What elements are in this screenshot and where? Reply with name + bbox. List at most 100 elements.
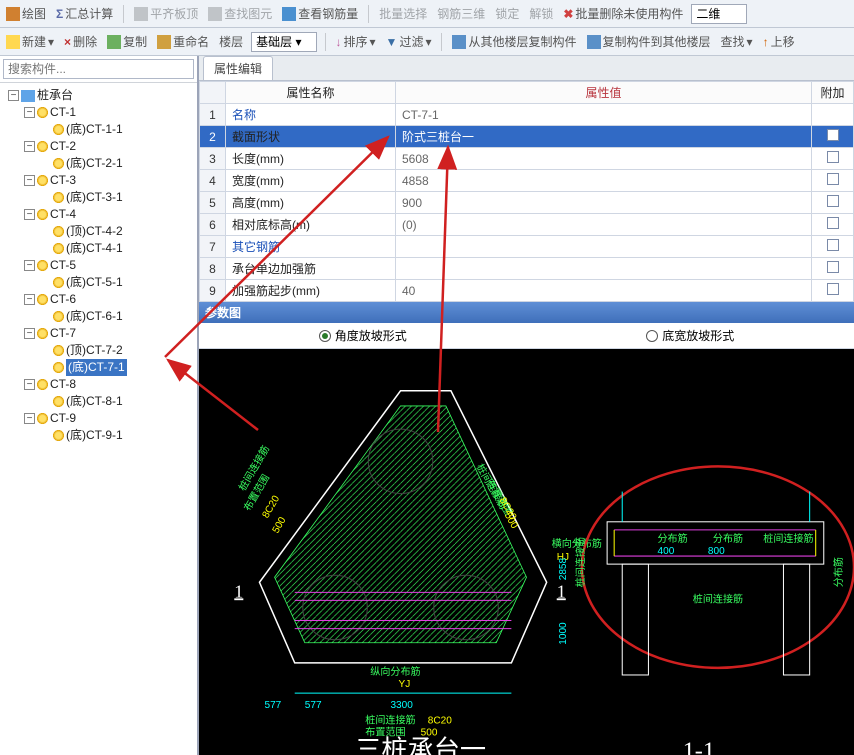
tree-leaf[interactable]: (顶)CT-7-2 xyxy=(40,342,197,359)
tree-node[interactable]: −CT-4 xyxy=(24,206,197,223)
property-row[interactable]: 1名称CT-7-1 xyxy=(200,104,854,126)
tree-node[interactable]: − CT-6 xyxy=(24,291,197,308)
tree-leaf[interactable]: (底)CT-3-1 xyxy=(40,189,197,206)
search-input[interactable] xyxy=(3,59,194,79)
tree-leaf[interactable]: (底)CT-6-1 xyxy=(40,308,197,325)
tree-leaf[interactable]: (底)CT-1-1 xyxy=(40,121,197,138)
rebar3d-button[interactable]: 钢筋三维 xyxy=(435,4,487,23)
new-button[interactable]: 新建▾ xyxy=(4,32,56,51)
tree-node[interactable]: − CT-2 xyxy=(24,138,197,155)
property-row[interactable]: 7其它钢筋 xyxy=(200,236,854,258)
diagram-canvas[interactable]: 1 1 3300 577 577 桩间连接筋 布置范围 8C20 500 桩间连… xyxy=(199,349,854,755)
component-icon xyxy=(37,294,48,305)
collapse-icon[interactable]: − xyxy=(24,379,35,390)
tree-leaf[interactable]: (底)CT-8-1 xyxy=(40,393,197,410)
collapse-icon[interactable]: − xyxy=(24,413,35,424)
copy-to-button[interactable]: 复制构件到其他楼层 xyxy=(585,32,713,51)
prop-value[interactable]: CT-7-1 xyxy=(396,104,812,126)
tree-root[interactable]: −桩承台 xyxy=(8,87,197,104)
mode-angle-option[interactable]: 角度放坡形式 xyxy=(199,327,527,344)
prop-extra[interactable] xyxy=(812,236,854,258)
collapse-icon[interactable]: − xyxy=(24,294,35,305)
property-row[interactable]: 6相对底标高(m)(0) xyxy=(200,214,854,236)
tree-node[interactable]: −CT-9 xyxy=(24,410,197,427)
property-row[interactable]: 3长度(mm)5608 xyxy=(200,148,854,170)
checkbox-icon[interactable] xyxy=(827,283,839,295)
copy-from-button[interactable]: 从其他楼层复制构件 xyxy=(450,32,578,51)
tree-leaf[interactable]: (底)CT-9-1 xyxy=(40,427,197,444)
tree-node-label: CT-6 xyxy=(50,291,76,308)
unlock-button[interactable]: 解锁 xyxy=(527,4,555,23)
level-label: 平齐板顶 xyxy=(150,5,198,22)
component-tree[interactable]: −桩承台−CT-1(底)CT-1-1−CT-2(底)CT-2-1−CT-3(底)… xyxy=(0,83,197,755)
prop-value[interactable] xyxy=(396,236,812,258)
prop-value[interactable] xyxy=(396,258,812,280)
prop-value[interactable]: 900 xyxy=(396,192,812,214)
checkbox-icon[interactable] xyxy=(827,261,839,273)
checkbox-icon[interactable] xyxy=(827,239,839,251)
level-button[interactable]: 平齐板顶 xyxy=(132,4,200,23)
tree-node[interactable]: −CT-7 xyxy=(24,325,197,342)
prop-value[interactable]: 5608 xyxy=(396,148,812,170)
tree-node[interactable]: −CT-5 xyxy=(24,257,197,274)
up-button[interactable]: ↑上移 xyxy=(761,32,797,51)
tree-node[interactable]: −CT-8 xyxy=(24,376,197,393)
prop-value[interactable]: (0) xyxy=(396,214,812,236)
property-row[interactable]: 5高度(mm)900 xyxy=(200,192,854,214)
prop-extra[interactable] xyxy=(812,192,854,214)
tree-leaf[interactable]: (底)CT-4-1 xyxy=(40,240,197,257)
filter-button[interactable]: ▼过滤▾ xyxy=(384,32,434,51)
checkbox-icon[interactable] xyxy=(827,217,839,229)
delete-button[interactable]: ×删除 xyxy=(62,32,99,51)
tree-leaf[interactable]: (底)CT-2-1 xyxy=(40,155,197,172)
tab-property-edit[interactable]: 属性编辑 xyxy=(203,56,273,80)
checkbox-icon[interactable] xyxy=(827,173,839,185)
copy-button[interactable]: 复制 xyxy=(105,32,149,51)
svg-text:1-1: 1-1 xyxy=(683,738,715,755)
layer-combo[interactable]: 基础层 ▾ xyxy=(251,32,316,52)
checkbox-icon[interactable] xyxy=(827,195,839,207)
view-rebar-button[interactable]: 查看钢筋量 xyxy=(280,4,360,23)
search-box xyxy=(0,56,197,83)
property-row[interactable]: 2截面形状阶式三桩台一 xyxy=(200,126,854,148)
prop-extra[interactable] xyxy=(812,148,854,170)
prop-extra[interactable] xyxy=(812,170,854,192)
tree-leaf[interactable]: (底)CT-5-1 xyxy=(40,274,197,291)
prop-extra[interactable] xyxy=(812,126,854,148)
prop-value[interactable]: 阶式三桩台一 xyxy=(396,126,812,148)
prop-extra[interactable] xyxy=(812,280,854,302)
prop-extra[interactable] xyxy=(812,214,854,236)
batch-sel-button[interactable]: 批量选择 xyxy=(377,4,429,23)
tree-node[interactable]: −CT-3 xyxy=(24,172,197,189)
collapse-icon[interactable]: − xyxy=(24,141,35,152)
prop-value[interactable]: 4858 xyxy=(396,170,812,192)
collapse-icon[interactable]: − xyxy=(24,260,35,271)
property-row[interactable]: 8承台单边加强筋 xyxy=(200,258,854,280)
property-row[interactable]: 4宽度(mm)4858 xyxy=(200,170,854,192)
collapse-icon[interactable]: − xyxy=(24,107,35,118)
sort-button[interactable]: ↓排序▾ xyxy=(334,32,378,51)
collapse-icon[interactable]: − xyxy=(24,175,35,186)
viewmode-combo[interactable]: 二维 xyxy=(691,4,747,24)
prop-extra[interactable] xyxy=(812,258,854,280)
find-elem-button[interactable]: 查找图元 xyxy=(206,4,274,23)
tree-leaf[interactable]: (顶)CT-4-2 xyxy=(40,223,197,240)
rename-button[interactable]: 重命名 xyxy=(155,32,211,51)
tree-leaf[interactable]: (底)CT-7-1 xyxy=(40,359,197,376)
property-row[interactable]: 9加强筋起步(mm)40 xyxy=(200,280,854,302)
collapse-icon[interactable]: − xyxy=(24,328,35,339)
mode-width-option[interactable]: 底宽放坡形式 xyxy=(527,327,854,344)
find-button[interactable]: 查找▾ xyxy=(719,32,755,51)
batch-del-button[interactable]: ✖批量删除未使用构件 xyxy=(561,4,685,23)
collapse-icon[interactable]: − xyxy=(24,209,35,220)
lock-button[interactable]: 锁定 xyxy=(493,4,521,23)
collapse-icon[interactable]: − xyxy=(8,90,19,101)
prop-value[interactable]: 40 xyxy=(396,280,812,302)
tree-node[interactable]: −CT-1 xyxy=(24,104,197,121)
tree-node-label: CT-2 xyxy=(50,138,76,155)
prop-extra[interactable] xyxy=(812,104,854,126)
draw-button[interactable]: 绘图 xyxy=(4,4,48,23)
checkbox-icon[interactable] xyxy=(827,151,839,163)
sum-button[interactable]: Σ汇总计算 xyxy=(54,4,115,23)
checkbox-icon[interactable] xyxy=(827,129,839,141)
